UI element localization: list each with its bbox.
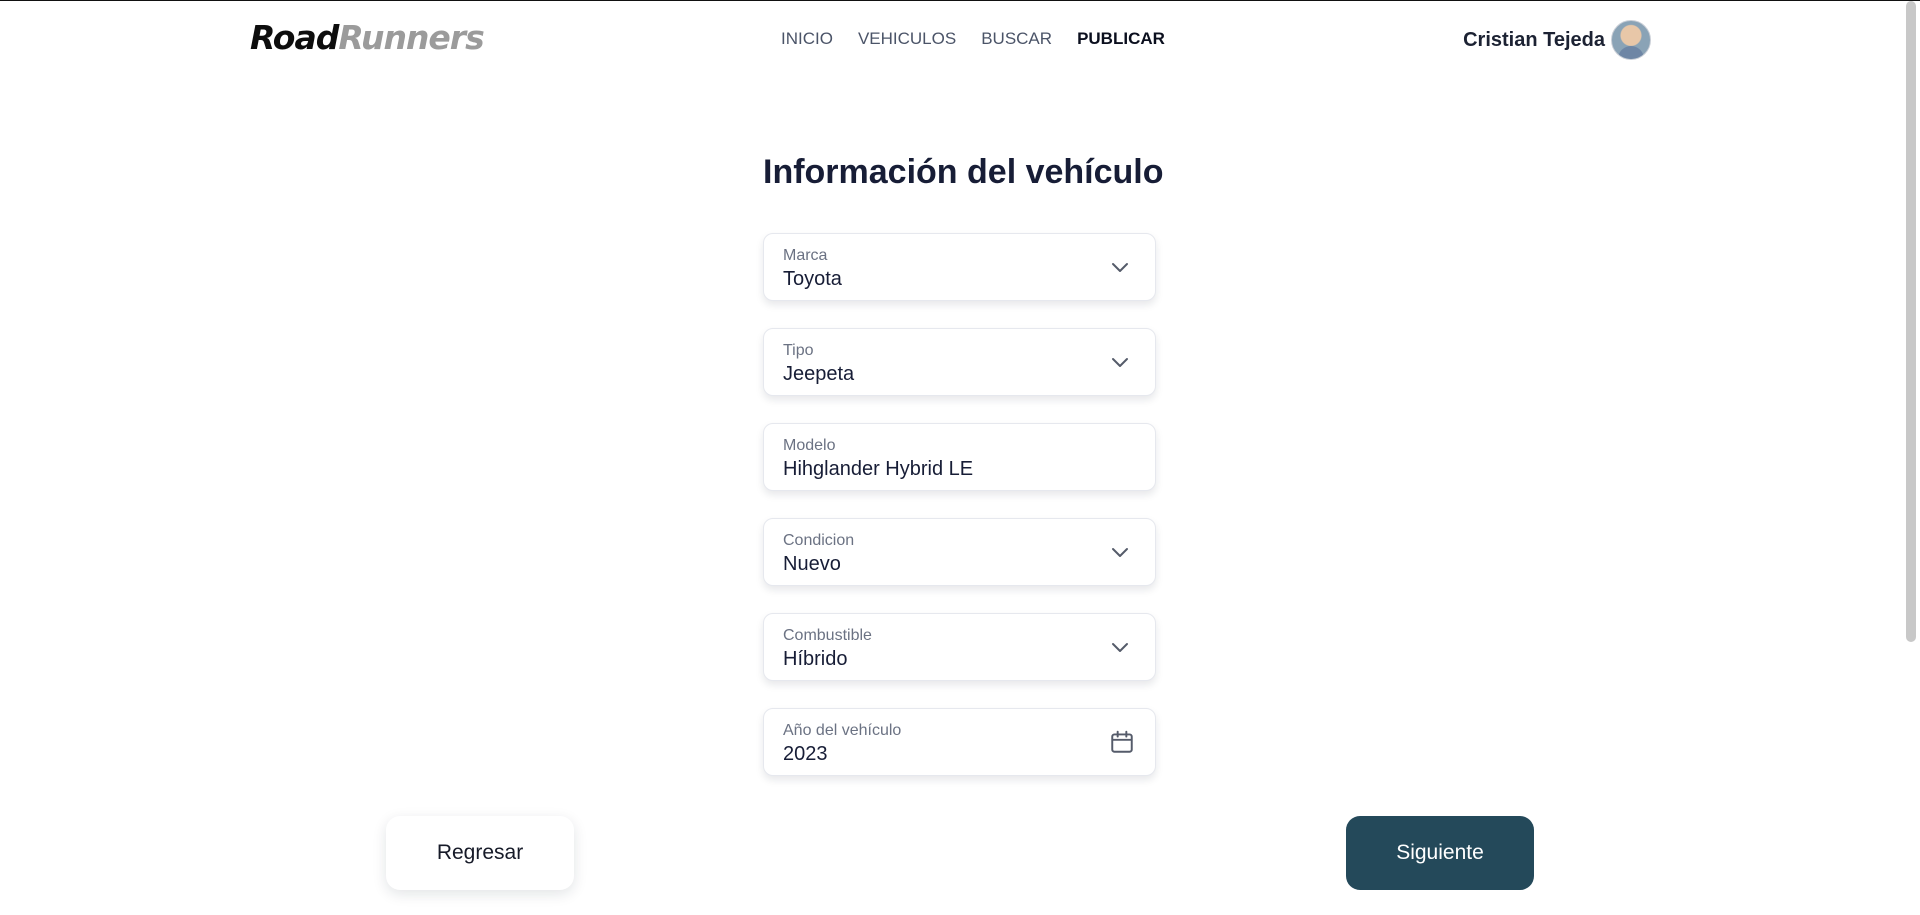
user-name: Cristian Tejeda — [1463, 28, 1605, 51]
nav-publicar[interactable]: PUBLICAR — [1077, 29, 1165, 49]
field-value: Nuevo — [783, 553, 841, 575]
field-value: Hihglander Hybrid LE — [783, 458, 974, 480]
user-menu[interactable]: Cristian Tejeda — [1463, 20, 1651, 60]
nav-vehiculos[interactable]: VEHICULOS — [858, 29, 956, 49]
next-button[interactable]: Siguiente — [1346, 816, 1534, 890]
combustible-select[interactable]: Combustible Híbrido — [763, 613, 1156, 681]
field-label: Combustible — [783, 627, 872, 644]
tipo-select[interactable]: Tipo Jeepeta — [763, 328, 1156, 396]
marca-select[interactable]: Marca Toyota — [763, 233, 1156, 301]
chevron-down-icon[interactable] — [1109, 541, 1131, 563]
main-nav: INICIO VEHICULOS BUSCAR PUBLICAR — [781, 29, 1165, 49]
field-label: Tipo — [783, 342, 814, 359]
calendar-icon[interactable] — [1109, 729, 1135, 755]
logo-runners: Runners — [338, 18, 484, 57]
logo-road: Road — [250, 18, 339, 57]
field-value: 2023 — [783, 743, 828, 765]
app-logo[interactable]: RoadRunners — [250, 18, 485, 57]
field-label: Año del vehículo — [783, 722, 902, 739]
vehicle-form: Marca Toyota Tipo Jeepeta Modelo Hihglan… — [763, 233, 1156, 803]
chevron-down-icon[interactable] — [1109, 636, 1131, 658]
anio-date-input[interactable]: Año del vehículo 2023 — [763, 708, 1156, 776]
condicion-select[interactable]: Condicion Nuevo — [763, 518, 1156, 586]
modelo-input[interactable]: Modelo Hihglander Hybrid LE — [763, 423, 1156, 491]
scrollbar[interactable] — [1906, 1, 1916, 642]
page-title: Información del vehículo — [763, 153, 1164, 191]
field-value: Jeepeta — [783, 363, 855, 385]
field-label: Modelo — [783, 437, 836, 454]
field-value: Híbrido — [783, 648, 848, 670]
chevron-down-icon[interactable] — [1109, 351, 1131, 373]
field-label: Marca — [783, 247, 828, 264]
nav-inicio[interactable]: INICIO — [781, 29, 833, 49]
field-label: Condicion — [783, 532, 855, 549]
nav-buscar[interactable]: BUSCAR — [981, 29, 1052, 49]
chevron-down-icon[interactable] — [1109, 256, 1131, 278]
field-value: Toyota — [783, 268, 842, 290]
avatar[interactable] — [1611, 20, 1651, 60]
back-button[interactable]: Regresar — [386, 816, 574, 890]
